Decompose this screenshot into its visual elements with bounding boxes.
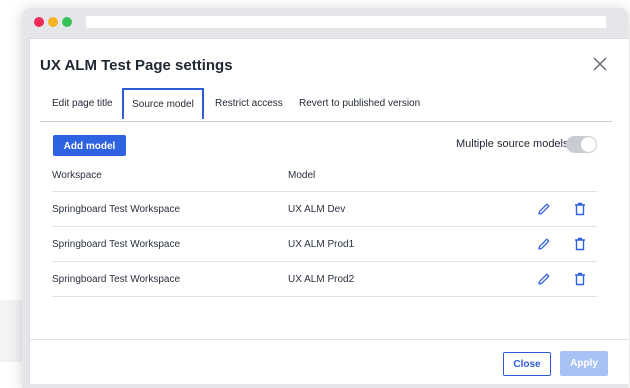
multiple-source-models-toggle[interactable] xyxy=(566,136,597,153)
tab-edit-page-title[interactable]: Edit page title xyxy=(52,88,113,119)
trash-icon[interactable] xyxy=(572,271,588,287)
source-model-table: Workspace Model Springboard Test Workspa… xyxy=(52,159,597,297)
model-cell: UX ALM Prod2 xyxy=(288,273,355,285)
window-maximize-dot[interactable] xyxy=(62,17,72,27)
settings-dialog: UX ALM Test Page settings Edit page titl… xyxy=(29,38,629,384)
window-close-dot[interactable] xyxy=(34,17,44,27)
pencil-icon[interactable] xyxy=(536,201,552,217)
dialog-title: UX ALM Test Page settings xyxy=(40,57,233,74)
pencil-icon[interactable] xyxy=(536,271,552,287)
close-icon[interactable] xyxy=(592,56,608,72)
tab-source-model[interactable]: Source model xyxy=(122,88,204,119)
table-row: Springboard Test Workspace UX ALM Dev xyxy=(52,192,597,227)
workspace-cell: Springboard Test Workspace xyxy=(52,238,181,250)
column-header-workspace: Workspace xyxy=(52,169,102,181)
multiple-source-models-label: Multiple source models xyxy=(456,138,569,150)
add-model-button[interactable]: Add model xyxy=(53,135,126,156)
apply-button[interactable]: Apply xyxy=(560,351,608,376)
tab-revert-to-published[interactable]: Revert to published version xyxy=(299,88,420,119)
table-row: Springboard Test Workspace UX ALM Prod2 xyxy=(52,262,597,297)
pencil-icon[interactable] xyxy=(536,236,552,252)
close-button[interactable]: Close xyxy=(503,352,551,376)
model-cell: UX ALM Prod1 xyxy=(288,238,355,250)
toggle-knob xyxy=(581,137,596,152)
trash-icon[interactable] xyxy=(572,201,588,217)
address-bar[interactable] xyxy=(86,16,606,28)
window-minimize-dot[interactable] xyxy=(48,17,58,27)
browser-chrome xyxy=(22,8,628,36)
table-row: Springboard Test Workspace UX ALM Prod1 xyxy=(52,227,597,262)
trash-icon[interactable] xyxy=(572,236,588,252)
tab-restrict-access[interactable]: Restrict access xyxy=(215,88,283,119)
table-header-row: Workspace Model xyxy=(52,159,597,192)
footer-divider xyxy=(30,339,629,340)
tab-bar: Edit page title Source model Restrict ac… xyxy=(40,88,612,122)
workspace-cell: Springboard Test Workspace xyxy=(52,273,181,285)
workspace-cell: Springboard Test Workspace xyxy=(52,203,181,215)
model-cell: UX ALM Dev xyxy=(288,203,346,215)
column-header-model: Model xyxy=(288,169,316,181)
